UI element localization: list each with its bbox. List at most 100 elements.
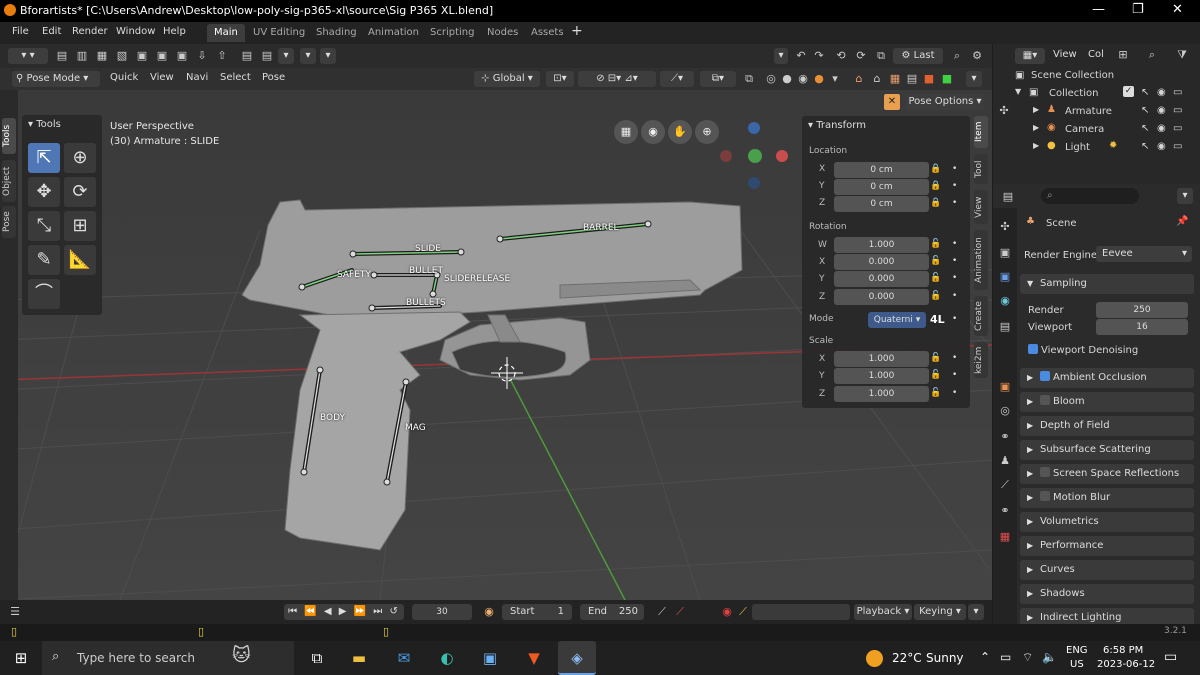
toggle-icon[interactable]: ▦	[888, 72, 902, 86]
tab-main[interactable]: Main	[207, 24, 245, 42]
tab-kei2m[interactable]: kei2m	[974, 342, 988, 378]
section-screen-space-reflections[interactable]: ▶ Screen Space Reflections	[1020, 464, 1194, 484]
tab-tool[interactable]: Tool	[974, 154, 988, 184]
active-keying-set[interactable]	[752, 604, 850, 620]
unlock-icon[interactable]: 🔓	[930, 273, 941, 283]
section-volumetrics[interactable]: ▶ Volumetrics	[1020, 512, 1194, 532]
select-arrow-icon[interactable]: ↖	[1141, 87, 1149, 98]
snap-controls[interactable]: ⊘ ⊟▾ ⊿▾	[578, 71, 656, 87]
cursor-tool-button[interactable]: ⊕	[64, 143, 96, 173]
menu-render[interactable]: Render	[72, 26, 108, 37]
outliner-col-menu[interactable]: Col	[1088, 49, 1104, 60]
keyframe-delete-icon[interactable]: ⟋	[673, 605, 687, 619]
save-as-icon[interactable]: ▣	[155, 49, 169, 63]
windows-start-icon[interactable]: ⊞	[10, 647, 32, 669]
section-checkbox[interactable]	[1040, 491, 1050, 501]
rotation-x-field[interactable]: 0.000	[834, 254, 929, 270]
world-icon[interactable]: ◉	[998, 294, 1012, 308]
menu-pose[interactable]: Pose	[262, 72, 285, 83]
pan-hand-icon[interactable]: ✋	[668, 120, 692, 144]
location-z-field[interactable]: 0 cm	[834, 196, 929, 212]
bone-constraint-icon[interactable]: ⚭	[998, 504, 1012, 518]
taskbar-search-box[interactable]: ⌕ Type here to search 🐱	[42, 641, 294, 675]
tab-item[interactable]: Item	[974, 116, 988, 148]
measure-tool-button[interactable]: 📐	[64, 245, 96, 275]
tab-pose[interactable]: Pose	[2, 206, 16, 238]
keyframe-dot[interactable]: •	[952, 164, 957, 174]
keyframe-dot[interactable]: •	[952, 273, 957, 283]
camera-expand[interactable]: ▶	[1033, 123, 1039, 132]
dropdown-button[interactable]: ▾	[278, 48, 294, 64]
rotation-z-field[interactable]: 0.000	[834, 289, 929, 305]
proportional-edit[interactable]: ⟋▾	[660, 71, 694, 87]
scene-dropdown[interactable]: ▾	[774, 48, 788, 64]
zoom-icon[interactable]: ⊕	[695, 120, 719, 144]
end-frame-field[interactable]: End 250	[580, 604, 644, 620]
weather-temperature[interactable]: 22°C	[892, 651, 922, 665]
properties-options-dropdown[interactable]: ▾	[1177, 188, 1193, 204]
object-prop-icon[interactable]: ▣	[998, 380, 1012, 394]
home-icon[interactable]: ⌂	[852, 72, 866, 86]
scene-collection-label[interactable]: Scene Collection	[1031, 70, 1114, 81]
eye-icon[interactable]: ◉	[1157, 141, 1166, 152]
preview-range-icon[interactable]: ◉	[482, 605, 496, 619]
mail-icon[interactable]: ✉	[393, 647, 415, 669]
select-tool-button[interactable]: ⇱	[28, 143, 60, 173]
collection-checkbox[interactable]: ✓	[1123, 86, 1134, 97]
file-explorer-icon[interactable]: ▬	[348, 647, 370, 669]
unlock-icon[interactable]: 🔓	[930, 239, 941, 249]
task-view-icon[interactable]: ⧉	[306, 647, 328, 669]
volume-icon[interactable]: 🔈	[1042, 650, 1057, 664]
section-curves[interactable]: ▶ Curves	[1020, 560, 1194, 580]
export-icon[interactable]: ⇧	[215, 49, 229, 63]
select-arrow-icon[interactable]: ↖	[1141, 141, 1149, 152]
location-x-field[interactable]: 0 cm	[834, 162, 929, 178]
menu-view[interactable]: View	[150, 72, 174, 83]
green-toggle-icon[interactable]: ■	[940, 72, 954, 86]
orientation-dropdown[interactable]: ⊹ Global ▾	[474, 71, 540, 87]
eye-icon[interactable]: ◉	[1157, 105, 1166, 116]
weather-description[interactable]: Sunny	[926, 651, 964, 665]
new-file-icon[interactable]: ▤	[55, 49, 69, 63]
add-workspace-icon[interactable]: +	[571, 23, 583, 39]
section-checkbox[interactable]	[1040, 371, 1050, 381]
recent-icon[interactable]: ▧	[115, 49, 129, 63]
outliner-item-light[interactable]: Light	[1065, 142, 1090, 153]
camera-render-icon[interactable]: ▭	[1173, 105, 1182, 116]
modifier-icon[interactable]: ◎	[998, 404, 1012, 418]
language-label[interactable]: ENG	[1066, 645, 1088, 656]
section-shadows[interactable]: ▶ Shadows	[1020, 584, 1194, 604]
scale-z-field[interactable]: 1.000	[834, 386, 929, 402]
editor-type-button[interactable]: ▾ ▾	[8, 48, 48, 64]
rotation-y-field[interactable]: 0.000	[834, 271, 929, 287]
lock-icon[interactable]: 🔒	[930, 164, 941, 174]
save-icon[interactable]: ▣	[135, 49, 149, 63]
render-engine-dropdown[interactable]: Eevee ▾	[1096, 246, 1192, 262]
edge-browser-icon[interactable]: ◐	[436, 647, 458, 669]
filter-search-icon[interactable]: ⌕	[1145, 48, 1159, 62]
tab-animation[interactable]: Animation	[361, 24, 426, 42]
bone-icon[interactable]: ⟋	[998, 478, 1012, 492]
section-motion-blur[interactable]: ▶ Motion Blur	[1020, 488, 1194, 508]
armature-expand[interactable]: ▶	[1033, 105, 1039, 114]
notification-icon[interactable]: ▭	[1164, 649, 1177, 665]
wifi-icon[interactable]: ⌔	[1022, 650, 1033, 665]
red-toggle-icon[interactable]: ■	[922, 72, 936, 86]
tab-uv-editing[interactable]: UV Editing	[246, 24, 312, 42]
section-checkbox[interactable]	[1040, 467, 1050, 477]
region-label[interactable]: US	[1070, 659, 1084, 670]
menu-help[interactable]: Help	[163, 26, 186, 37]
tab-create[interactable]: Create	[974, 296, 988, 336]
location-y-field[interactable]: 0 cm	[834, 179, 929, 195]
tab-animation-sidebar[interactable]: Animation	[974, 230, 988, 290]
render-samples-field[interactable]: 250	[1096, 302, 1188, 318]
outliner-tool-icon[interactable]: ✣	[997, 104, 1011, 118]
camera-render-icon[interactable]: ▭	[1173, 123, 1182, 134]
clock-date[interactable]: 2023-06-12	[1097, 659, 1155, 670]
move-tool-button[interactable]: ✥	[28, 177, 60, 207]
viewport-denoising-checkbox[interactable]: Viewport Denoising	[1028, 344, 1138, 356]
clock-time[interactable]: 6:58 PM	[1103, 645, 1143, 656]
tab-nodes[interactable]: Nodes	[480, 24, 525, 42]
unlock-icon[interactable]: 🔓	[930, 353, 941, 363]
folder-icon[interactable]: ▦	[95, 49, 109, 63]
